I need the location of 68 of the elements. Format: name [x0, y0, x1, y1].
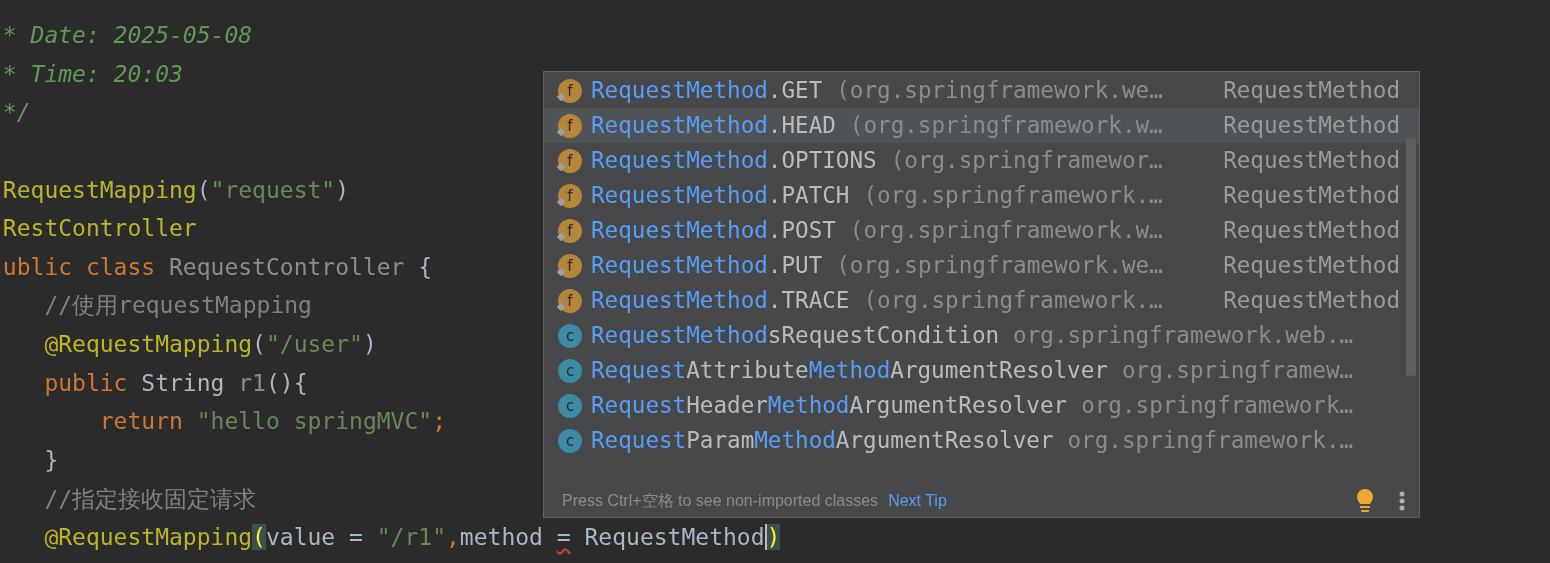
- code-line: */: [1, 99, 31, 126]
- package-label: (org.springframework.w…: [849, 110, 1163, 140]
- completion-item[interactable]: f RequestMethod.PUT (org.springframework.we… RequestMethod: [544, 248, 1419, 283]
- code-line: RequestMapping("request"): [1, 176, 350, 203]
- package-label: org.springframework…: [1081, 390, 1354, 420]
- package-label: org.springframework.…: [1067, 425, 1354, 455]
- package-label: org.springframework.web.…: [1013, 320, 1354, 350]
- code-line: //指定接收固定请求: [43, 485, 257, 512]
- completion-item[interactable]: f RequestMethod.PATCH (org.springframework.… RequestMethod: [544, 178, 1419, 213]
- package-label: (org.springframework.we…: [836, 250, 1163, 280]
- code-line: * Date: 2025-05-08: [1, 22, 253, 48]
- code-line: @RequestMapping(value = "/r1",method = RequestMethod): [43, 524, 781, 551]
- completion-item[interactable]: f RequestMethod.HEAD (org.springframework.w… RequestMethod: [544, 108, 1419, 143]
- field-icon: f: [556, 252, 582, 279]
- type-label: RequestMethod: [1223, 215, 1400, 245]
- completion-name: RequestMethod.PUT: [591, 250, 823, 280]
- package-label: (org.springframework.w…: [849, 215, 1163, 245]
- hint-text: Press Ctrl+空格 to see non-imported classes: [562, 491, 879, 511]
- code-line: public String r1(){: [43, 369, 308, 396]
- completion-name: RequestHeaderMethodArgumentResolver: [591, 390, 1068, 420]
- completion-item[interactable]: c RequestHeaderMethodArgumentResolver org.springframework…: [544, 388, 1419, 423]
- completion-name: RequestMethod.GET: [591, 75, 823, 105]
- completion-name: RequestMethod.HEAD: [591, 110, 836, 140]
- next-tip-link[interactable]: Next Tip: [888, 489, 947, 513]
- completion-item[interactable]: c RequestMethodsRequestCondition org.springframework.web.…: [544, 318, 1419, 353]
- completion-name: RequestMethod.POST: [591, 215, 836, 245]
- type-label: RequestMethod: [1223, 110, 1400, 140]
- completion-item[interactable]: f RequestMethod.POST (org.springframework.w… RequestMethod: [544, 213, 1419, 248]
- completion-item[interactable]: f RequestMethod.GET (org.springframework.we… RequestMethod: [544, 73, 1419, 108]
- type-label: RequestMethod: [1223, 145, 1400, 175]
- package-label: (org.springframework.…: [863, 285, 1163, 315]
- package-label: (org.springframework.we…: [836, 75, 1163, 105]
- completion-name: RequestMethod.OPTIONS: [591, 145, 877, 175]
- code-line: @RequestMapping("/user"): [43, 331, 377, 358]
- type-label: RequestMethod: [1223, 250, 1400, 280]
- more-options-icon[interactable]: [1399, 491, 1405, 511]
- completion-name: RequestMethod.PATCH: [591, 180, 850, 210]
- code-line: return "hello springMVC";: [98, 408, 446, 435]
- code-line: }: [43, 447, 59, 474]
- completion-name: RequestMethod.TRACE: [591, 285, 850, 315]
- class-icon: c: [556, 427, 582, 454]
- completion-item[interactable]: f RequestMethod.OPTIONS (org.springframewor… RequestMethod: [544, 143, 1419, 178]
- package-label: (org.springframework.…: [863, 180, 1163, 210]
- class-icon: c: [556, 392, 582, 419]
- completion-name: RequestAttributeMethodArgumentResolver: [591, 355, 1108, 385]
- lightbulb-icon[interactable]: [1355, 488, 1375, 514]
- field-icon: f: [556, 112, 582, 139]
- code-line: ublic class RequestController {: [1, 253, 433, 280]
- package-label: (org.springframewor…: [890, 145, 1163, 175]
- type-label: RequestMethod: [1223, 180, 1400, 210]
- field-icon: f: [556, 287, 582, 314]
- type-label: RequestMethod: [1223, 285, 1400, 315]
- class-icon: c: [556, 322, 582, 349]
- completion-name: RequestMethodsRequestCondition: [591, 320, 1000, 350]
- code-line: * Time: 20:03: [1, 60, 183, 87]
- completion-item[interactable]: f RequestMethod.TRACE (org.springframework.… RequestMethod: [544, 283, 1419, 318]
- type-label: RequestMethod: [1223, 75, 1400, 105]
- code-line: //使用requestMapping: [43, 292, 312, 319]
- field-icon: f: [556, 77, 582, 104]
- code-line: RestController: [1, 215, 197, 242]
- completion-item[interactable]: c RequestAttributeMethodArgumentResolver org.springframew…: [544, 353, 1419, 388]
- package-label: org.springframew…: [1121, 355, 1354, 385]
- completion-name: RequestParamMethodArgumentResolver: [591, 425, 1054, 455]
- field-icon: f: [556, 217, 582, 244]
- field-icon: f: [556, 147, 582, 174]
- field-icon: f: [556, 182, 582, 209]
- class-icon: c: [556, 357, 582, 384]
- completion-item[interactable]: c RequestParamMethodArgumentResolver org.springframework.…: [544, 423, 1419, 458]
